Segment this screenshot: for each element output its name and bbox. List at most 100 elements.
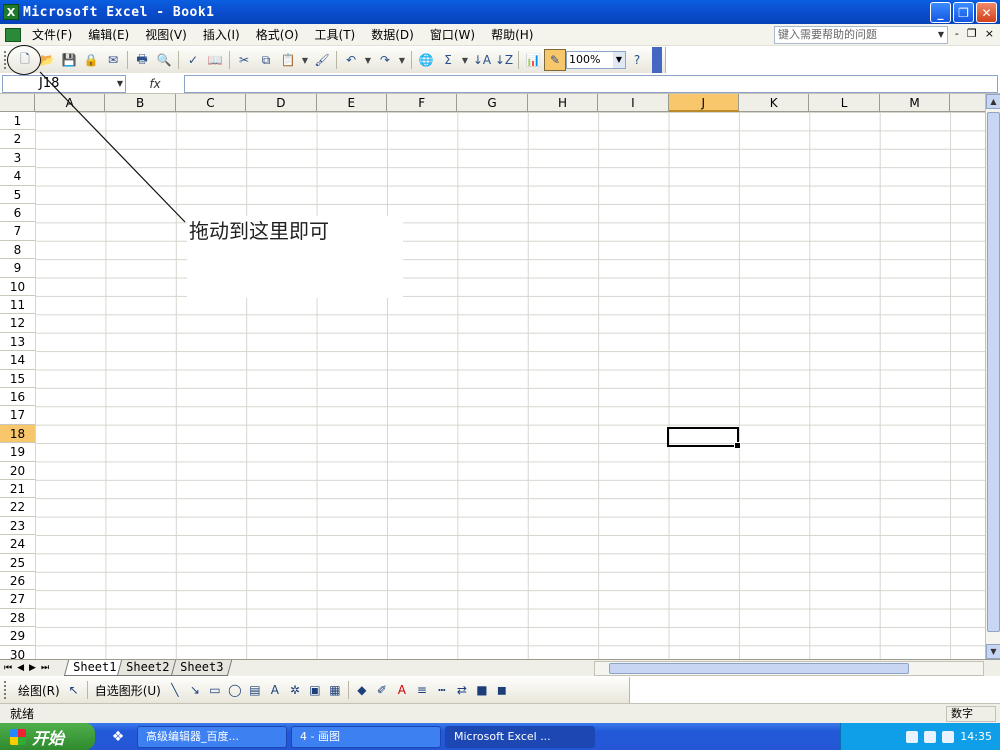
column-header[interactable]: F [387,94,458,112]
print-icon[interactable]: 🖶 [131,49,153,71]
menu-window[interactable]: 窗口(W) [422,25,483,45]
minimize-button[interactable]: _ [930,2,951,23]
workbook-close-button[interactable]: × [985,27,994,40]
dash-style-icon[interactable]: ┅ [432,680,452,700]
last-sheet-icon[interactable]: ⏭ [41,663,49,673]
select-objects-icon[interactable]: ↖ [64,680,84,700]
title-bar[interactable]: X Microsoft Excel - Book1 _ ❐ ✕ [0,0,1000,24]
clipart-icon[interactable]: ▣ [305,680,325,700]
hyperlink-icon[interactable]: 🌐 [415,49,437,71]
chart-wizard-icon[interactable]: 📊 [522,49,544,71]
column-header[interactable]: D [246,94,317,112]
row-header[interactable]: 3 [0,149,35,168]
cut-icon[interactable]: ✂ [233,49,255,71]
picture-icon[interactable]: ▦ [325,680,345,700]
horizontal-scrollbar[interactable] [594,661,984,676]
network-icon[interactable] [906,730,919,743]
cells-area[interactable] [35,112,985,659]
email-icon[interactable]: ✉ [102,49,124,71]
insert-function-icon[interactable]: fx [126,77,184,91]
row-header[interactable]: 17 [0,406,35,425]
print-preview-icon[interactable]: 🔍 [153,49,175,71]
line-icon[interactable]: ╲ [165,680,185,700]
security-icon[interactable] [942,730,955,743]
menu-file[interactable]: 文件(F) [24,25,80,45]
wordart-icon[interactable]: A [265,680,285,700]
row-header[interactable]: 15 [0,370,35,388]
excel-app-icon[interactable]: X [3,4,19,20]
row-header[interactable]: 24 [0,535,35,554]
paste-icon[interactable]: 📋 [277,49,299,71]
task-browser[interactable]: 高级编辑器_百度... [137,725,287,748]
start-button[interactable]: 开始 [0,723,95,750]
save-icon[interactable]: 💾 [58,49,80,71]
scroll-up-icon[interactable]: ▲ [986,94,1000,109]
vertical-scroll-thumb[interactable] [987,112,1000,632]
zoom-select[interactable]: 100% ▼ [566,51,626,69]
prev-sheet-icon[interactable]: ◀ [17,663,24,673]
chevron-down-icon[interactable]: ▼ [935,27,947,43]
row-header[interactable]: 25 [0,554,35,572]
copy-icon[interactable]: ⧉ [255,49,277,71]
row-header[interactable]: 7 [0,222,35,241]
row-header[interactable]: 28 [0,609,35,628]
arrow-icon[interactable]: ↘ [185,680,205,700]
spelling-icon[interactable]: ✓ [182,49,204,71]
row-header[interactable]: 10 [0,278,35,296]
row-header[interactable]: 29 [0,627,35,646]
column-header[interactable]: B [105,94,176,112]
row-header[interactable]: 8 [0,241,35,260]
menu-tools[interactable]: 工具(T) [307,25,364,45]
column-header[interactable]: E [317,94,387,112]
drawing-icon[interactable]: ✎ [544,49,566,71]
row-header[interactable]: 22 [0,498,35,517]
row-header[interactable]: 13 [0,333,35,352]
sort-ascending-icon[interactable]: ↓A [471,49,493,71]
column-header[interactable]: H [528,94,599,112]
chevron-down-icon[interactable]: ▼ [613,52,625,68]
row-header[interactable]: 5 [0,186,35,204]
column-header[interactable]: A [35,94,106,112]
column-header[interactable] [950,94,985,112]
toolbar-options-icon[interactable] [652,47,662,73]
row-header[interactable]: 4 [0,167,35,186]
horizontal-scroll-thumb[interactable] [609,663,909,674]
help-icon[interactable]: ? [626,49,648,71]
menu-format[interactable]: 格式(O) [248,25,307,45]
undo-icon[interactable]: ↶ [340,49,362,71]
task-excel[interactable]: Microsoft Excel ... [445,725,595,748]
quick-launch-icon[interactable]: ❖ [103,726,133,748]
active-cell-J18[interactable] [667,427,741,449]
autosum-dropdown-icon[interactable]: ▼ [459,49,471,71]
3d-icon[interactable]: ◼ [492,680,512,700]
line-color-icon[interactable]: ✐ [372,680,392,700]
row-header[interactable]: 26 [0,572,35,591]
sheet-tab-sheet2[interactable]: Sheet2 [117,660,179,676]
fill-color-icon[interactable]: ◆ [352,680,372,700]
permission-icon[interactable]: 🔒 [80,49,102,71]
first-sheet-icon[interactable]: ⏮ [4,663,12,673]
row-header[interactable]: 27 [0,590,35,609]
autoshapes-menu-button[interactable]: 自选图形(U) [91,682,165,699]
diagram-icon[interactable]: ✲ [285,680,305,700]
undo-dropdown-icon[interactable]: ▼ [362,49,374,71]
workbook-icon[interactable] [2,26,24,44]
menu-data[interactable]: 数据(D) [363,25,422,45]
row-header[interactable]: 1 [0,112,35,131]
sheet-tab-sheet3[interactable]: Sheet3 [170,660,233,676]
line-style-icon[interactable]: ≡ [412,680,432,700]
column-header[interactable]: L [809,94,880,112]
row-header[interactable]: 2 [0,130,35,149]
row-header[interactable]: 23 [0,517,35,536]
row-header[interactable]: 12 [0,314,35,333]
task-paint[interactable]: 4 - 画图 [291,725,441,748]
row-header[interactable]: 6 [0,204,35,223]
menu-view[interactable]: 视图(V) [137,25,195,45]
clock[interactable]: 14:35 [960,730,992,743]
workbook-minimize-button[interactable]: - [955,27,959,40]
name-box[interactable]: J18 ▼ [2,74,126,93]
textbox-icon[interactable]: ▤ [245,680,265,700]
row-header[interactable]: 11 [0,296,35,315]
row-header[interactable]: 30 [0,646,35,659]
column-header[interactable]: G [457,94,528,112]
